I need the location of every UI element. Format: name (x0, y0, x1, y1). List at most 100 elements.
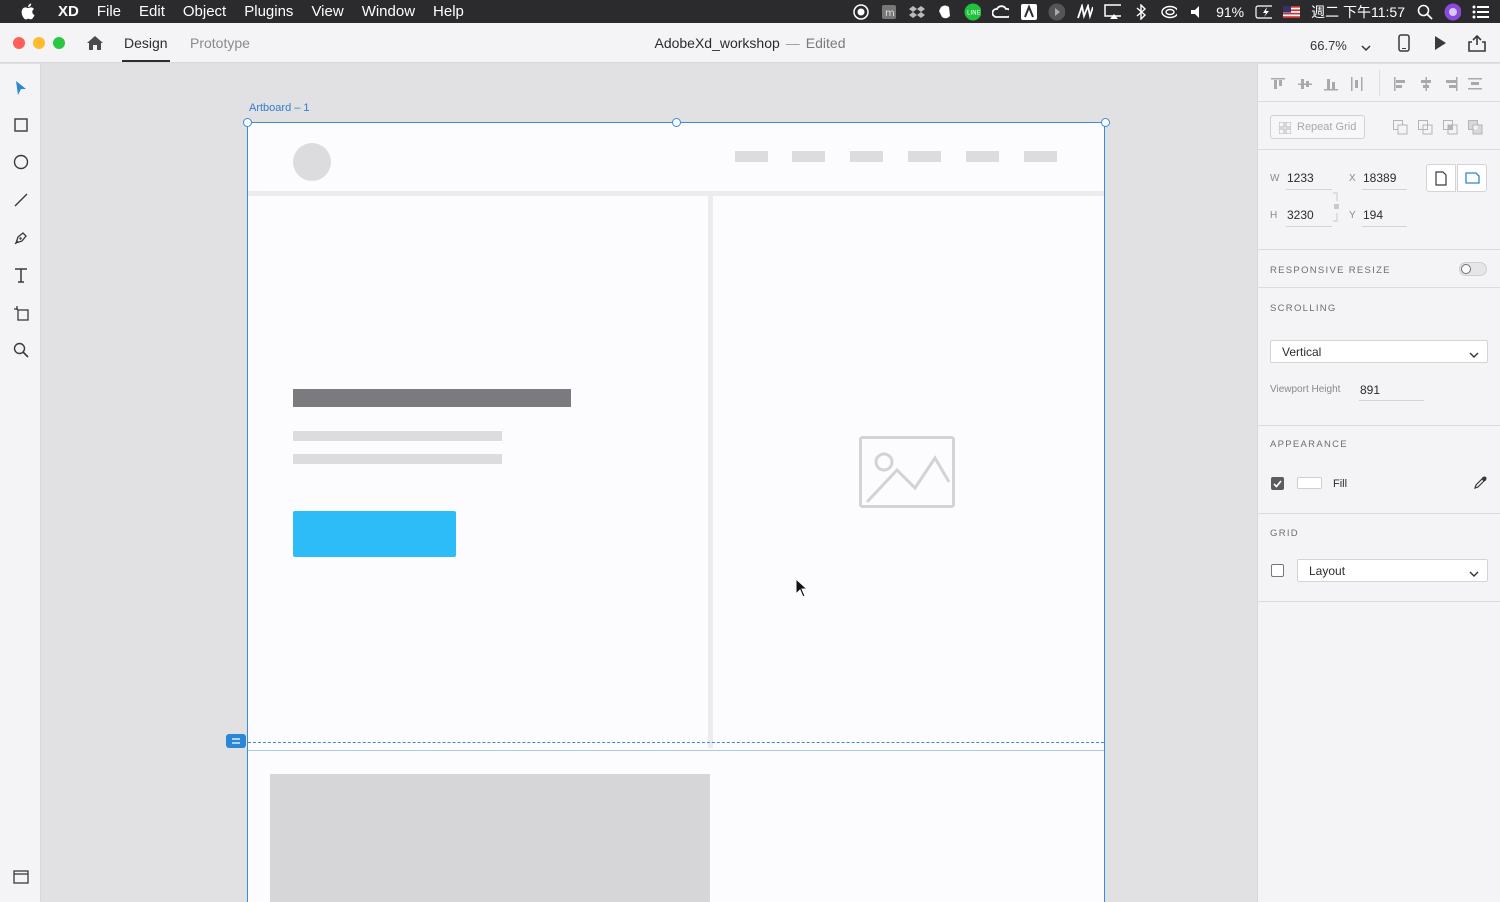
artboard-resize-handle[interactable] (672, 118, 681, 127)
toolbar-divider (1379, 70, 1380, 96)
wireframe-nav-item[interactable] (966, 151, 999, 162)
artboard-resize-handle[interactable] (243, 118, 252, 127)
zoom-chevron-down-icon[interactable] (1361, 39, 1371, 57)
grid-label: GRID (1270, 528, 1299, 539)
menu-help[interactable]: Help (433, 3, 464, 20)
distribute-horizontal-icon[interactable] (1467, 76, 1483, 92)
wifi-icon[interactable] (1160, 3, 1178, 20)
menu-view[interactable]: View (311, 3, 343, 20)
document-status: Edited (805, 35, 846, 51)
x-field[interactable]: 18389 (1363, 171, 1396, 185)
artboard-tool-icon[interactable] (11, 303, 31, 323)
text-tool-icon[interactable] (11, 265, 31, 285)
menu-app-xd[interactable]: XD (58, 3, 79, 20)
evernote-icon[interactable] (936, 3, 953, 20)
y-field[interactable]: 194 (1363, 208, 1383, 222)
responsive-resize-toggle[interactable] (1459, 262, 1487, 276)
wireframe-nav-item[interactable] (792, 151, 825, 162)
align-right-icon[interactable] (1443, 76, 1459, 92)
volume-icon[interactable] (1188, 3, 1205, 20)
lock-aspect-icon[interactable] (1331, 191, 1339, 228)
image-placeholder-icon[interactable] (859, 436, 955, 508)
menu-window[interactable]: Window (362, 3, 415, 20)
zoom-level[interactable]: 66.7% (1310, 38, 1347, 53)
spotlight-search-icon[interactable] (1416, 3, 1433, 20)
menu-plugins[interactable]: Plugins (244, 3, 293, 20)
wireframe-nav-item[interactable] (850, 151, 883, 162)
apple-menu-icon[interactable] (20, 3, 40, 20)
notification-center-icon[interactable] (1472, 3, 1489, 20)
eyedropper-icon[interactable] (1473, 475, 1488, 495)
appearance-label: APPEARANCE (1270, 439, 1348, 450)
landscape-orientation-icon[interactable] (1457, 164, 1487, 192)
clock[interactable]: 週二 下午11:57 (1311, 2, 1405, 22)
creative-cloud-icon[interactable] (992, 3, 1010, 20)
ellipse-tool-icon[interactable] (11, 152, 31, 172)
portrait-orientation-icon[interactable] (1426, 164, 1456, 192)
us-flag-icon[interactable] (1283, 3, 1301, 20)
artboard-resize-handle[interactable] (1101, 118, 1110, 127)
viewport-fold-line[interactable] (248, 742, 1104, 743)
menu-edit[interactable]: Edit (139, 3, 165, 20)
xd-toolbar: Design Prototype AdobeXd_workshop — Edited… (0, 23, 1500, 63)
align-center-icon[interactable] (1418, 76, 1434, 92)
align-top-icon[interactable] (1270, 76, 1286, 92)
viewport-height-field[interactable]: 891 (1360, 383, 1380, 397)
line-icon[interactable]: LINE (964, 3, 982, 20)
align-bottom-icon[interactable] (1323, 76, 1339, 92)
siri-icon[interactable] (1444, 3, 1461, 20)
wireframe-logo-placeholder[interactable] (293, 143, 331, 181)
repeat-grid-button[interactable]: Repeat Grid (1270, 115, 1365, 139)
m-app-icon[interactable]: m (880, 3, 897, 20)
play-preview-icon[interactable] (1431, 34, 1449, 52)
align-left-icon[interactable] (1392, 76, 1408, 92)
device-preview-icon[interactable] (1395, 34, 1413, 52)
wireframe-headline[interactable] (293, 389, 571, 407)
play-circle-icon[interactable] (1048, 3, 1066, 20)
distribute-vertical-icon[interactable] (1349, 76, 1365, 92)
artboard-label[interactable]: Artboard – 1 (249, 102, 310, 114)
m-script-icon[interactable] (1076, 3, 1094, 20)
artboard[interactable] (243, 118, 1110, 902)
wireframe-text-line[interactable] (293, 431, 502, 441)
wireframe-text-line[interactable] (293, 454, 502, 464)
fill-color-swatch[interactable] (1297, 477, 1322, 489)
menu-object[interactable]: Object (183, 3, 226, 20)
mouse-cursor-icon (795, 577, 809, 603)
battery-icon[interactable] (1255, 3, 1273, 20)
boolean-add-icon[interactable] (1392, 119, 1408, 135)
pen-tool-icon[interactable] (11, 228, 31, 248)
airplay-icon[interactable] (1104, 3, 1122, 20)
wireframe-content-block[interactable] (270, 774, 710, 902)
wireframe-nav-item[interactable] (735, 151, 768, 162)
wireframe-nav-item[interactable] (1024, 151, 1057, 162)
select-tool-icon[interactable] (11, 78, 31, 98)
scrolling-select[interactable]: Vertical (1270, 340, 1488, 363)
record-icon[interactable] (852, 3, 869, 20)
wireframe-cta-button[interactable] (293, 511, 456, 557)
grid-type-select[interactable]: Layout (1297, 559, 1488, 582)
adobe-acrobat-icon[interactable] (1020, 3, 1037, 20)
boolean-exclude-icon[interactable] (1467, 119, 1483, 135)
rectangle-tool-icon[interactable] (11, 115, 31, 135)
wireframe-nav-item[interactable] (908, 151, 941, 162)
share-icon[interactable] (1468, 34, 1486, 52)
boolean-intersect-icon[interactable] (1442, 119, 1458, 135)
grid-checkbox[interactable] (1271, 564, 1284, 577)
property-inspector: Repeat Grid W 1233 H 3230 X 18389 Y 194 … (1257, 64, 1500, 902)
zoom-tool-icon[interactable] (11, 340, 31, 360)
design-canvas[interactable]: Artboard – 1 (42, 64, 1257, 902)
menu-file[interactable]: File (97, 3, 121, 20)
viewport-handle-icon[interactable] (226, 734, 246, 748)
boolean-subtract-icon[interactable] (1417, 119, 1433, 135)
bluetooth-icon[interactable] (1132, 3, 1149, 20)
layers-panel-icon[interactable] (11, 867, 31, 887)
align-middle-icon[interactable] (1297, 76, 1313, 92)
x-field-underline (1362, 189, 1407, 190)
width-label: W (1270, 173, 1280, 184)
dropbox-icon[interactable] (908, 3, 925, 20)
fill-checkbox[interactable] (1271, 477, 1284, 490)
width-field[interactable]: 1233 (1287, 171, 1314, 185)
height-field[interactable]: 3230 (1287, 208, 1314, 222)
line-tool-icon[interactable] (11, 190, 31, 210)
